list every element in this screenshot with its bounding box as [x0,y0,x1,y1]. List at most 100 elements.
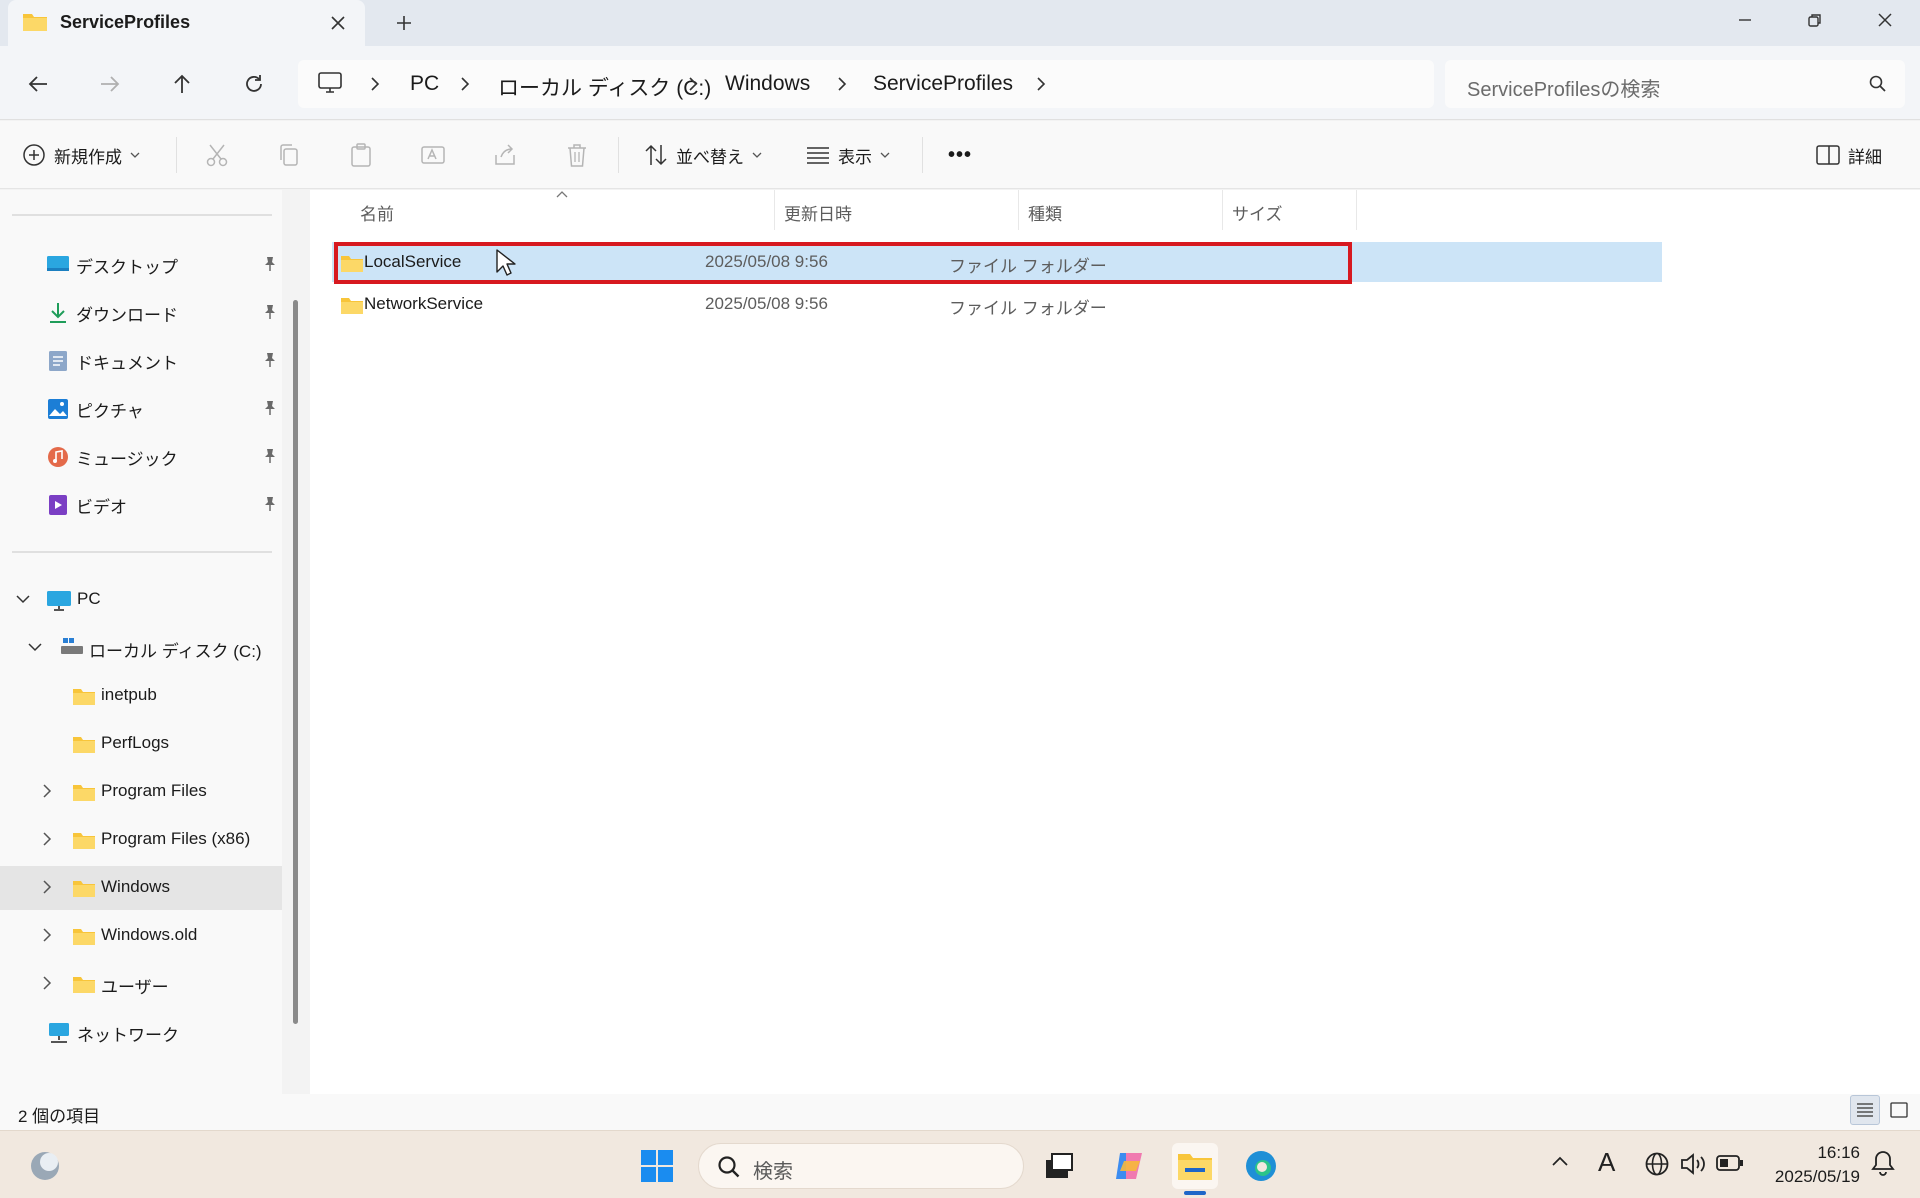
file-row-localservice[interactable]: LocalService 2025/05/08 9:56 ファイル フォルダー [332,242,1662,282]
search-icon[interactable] [1869,75,1887,93]
pin-icon [262,304,276,320]
close-window-button[interactable] [1852,0,1918,40]
column-divider[interactable] [1222,190,1223,230]
chevron-right-icon[interactable] [42,976,52,990]
column-divider[interactable] [774,190,775,230]
folder-icon [72,926,96,946]
breadcrumb-local-disk[interactable]: ローカル ディスク (C:) [498,72,711,102]
up-button[interactable] [162,64,202,104]
copilot-icon[interactable] [1106,1143,1152,1189]
sort-label: 並べ替え [676,147,744,167]
sidebar-item-windows[interactable]: Windows [0,866,282,910]
tab-close-button[interactable] [324,9,352,37]
refresh-button[interactable] [234,64,274,104]
sidebar-item-pictures[interactable]: ピクチャ [0,386,282,430]
volume-icon[interactable] [1680,1151,1708,1177]
show-hidden-icons-chevron-icon[interactable] [1552,1155,1568,1167]
sidebar-scrollbar-thumb[interactable] [293,300,298,1024]
back-button[interactable] [18,64,58,104]
restore-button[interactable] [1782,0,1848,40]
chevron-down-icon [752,151,762,159]
sidebar-item-program-files[interactable]: Program Files [0,770,282,814]
music-icon [47,446,69,468]
column-header-name[interactable]: 名前 [360,200,394,225]
item-count: 2 個の項目 [18,1107,101,1126]
rename-icon[interactable] [421,143,447,167]
search-box[interactable]: ServiceProfilesの検索 [1445,60,1905,108]
ime-indicator[interactable]: A [1598,1147,1615,1178]
chevron-right-icon[interactable] [42,928,52,942]
sidebar-item-music[interactable]: ミュージック [0,434,282,478]
chevron-right-icon[interactable] [42,784,52,798]
sidebar-item-pc[interactable]: PC [0,578,282,622]
sidebar-item-users[interactable]: ユーザー [0,962,282,1006]
sort-button[interactable]: 並べ替え [644,135,762,175]
clock-time: 16:16 [1817,1143,1860,1162]
sort-ascending-icon [556,190,568,198]
sidebar-item-network[interactable]: ネットワーク [0,1010,282,1054]
folder-icon [340,253,364,273]
document-icon [48,350,68,372]
cut-icon[interactable] [205,143,229,167]
paste-icon[interactable] [349,143,373,167]
forward-button[interactable] [90,64,130,104]
sidebar-item-label: PerfLogs [101,733,170,752]
computer-icon [318,72,342,94]
breadcrumb-windows[interactable]: Windows [725,72,810,96]
sidebar-item-downloads[interactable]: ダウンロード [0,290,282,334]
file-row-networkservice[interactable]: NetworkService 2025/05/08 9:56 ファイル フォルダ… [332,284,1662,324]
sidebar-item-windows-old[interactable]: Windows.old [0,914,282,958]
minimize-button[interactable] [1712,0,1778,40]
sidebar-item-desktop[interactable]: デスクトップ [0,242,282,286]
chevron-down-icon[interactable] [16,594,30,604]
file-explorer-icon[interactable] [1172,1143,1218,1189]
tiles-view-button[interactable] [1884,1095,1914,1125]
chevron-right-icon[interactable] [1036,76,1046,92]
sidebar-item-label: ビデオ [76,498,127,517]
new-tab-button[interactable] [388,9,420,37]
divider [618,137,619,173]
chevron-right-icon[interactable] [42,832,52,846]
share-icon[interactable] [493,143,517,167]
more-options-button[interactable]: ••• [948,135,972,175]
battery-icon[interactable] [1716,1153,1744,1173]
column-divider[interactable] [1356,190,1357,230]
system-clock[interactable]: 16:16 2025/05/19 [1752,1141,1860,1189]
sidebar-item-documents[interactable]: ドキュメント [0,338,282,382]
sidebar-item-local-disk[interactable]: ローカル ディスク (C:) [0,626,282,670]
delete-icon[interactable] [566,143,588,167]
taskbar-search[interactable]: 検索 [698,1143,1024,1189]
sidebar-item-label: ローカル ディスク (C:) [89,642,262,661]
chevron-right-icon[interactable] [42,880,52,894]
status-bar: 2 個の項目 [0,1094,1920,1130]
copy-icon[interactable] [277,143,301,167]
sidebar-item-label: ドキュメント [76,354,178,373]
chevron-down-icon[interactable] [28,642,42,652]
task-view-icon[interactable] [1036,1143,1082,1189]
new-button[interactable]: 新規作成 [22,135,140,175]
breadcrumb-pc[interactable]: PC [410,72,439,96]
column-divider[interactable] [1018,190,1019,230]
sidebar-item-perflogs[interactable]: PerfLogs [0,722,282,766]
notification-bell-icon[interactable] [1870,1149,1896,1177]
details-view-button[interactable] [1850,1095,1880,1125]
folder-icon [340,295,364,315]
network-globe-icon[interactable] [1644,1151,1670,1177]
sidebar-item-inetpub[interactable]: inetpub [0,674,282,718]
column-header-type[interactable]: 種類 [1028,200,1062,225]
sidebar-item-videos[interactable]: ビデオ [0,482,282,526]
column-header-size[interactable]: サイズ [1232,200,1283,225]
sidebar-item-label: デスクトップ [76,258,178,277]
search-input[interactable]: ServiceProfilesの検索 [1467,73,1660,102]
details-pane-button[interactable]: 詳細 [1816,135,1882,175]
edge-browser-icon[interactable] [1238,1143,1284,1189]
column-header-date[interactable]: 更新日時 [784,200,852,225]
view-button[interactable]: 表示 [806,135,890,175]
sidebar-item-program-files-x86[interactable]: Program Files (x86) [0,818,282,862]
chevron-down-icon [130,151,140,159]
tab-serviceprofiles[interactable]: ServiceProfiles [8,0,365,46]
widgets-icon[interactable] [22,1143,68,1189]
windows-start-icon[interactable] [634,1143,680,1189]
breadcrumb-serviceprofiles[interactable]: ServiceProfiles [873,72,1013,96]
address-bar[interactable]: PC ローカル ディスク (C:) Windows ServiceProfile… [298,60,1434,108]
